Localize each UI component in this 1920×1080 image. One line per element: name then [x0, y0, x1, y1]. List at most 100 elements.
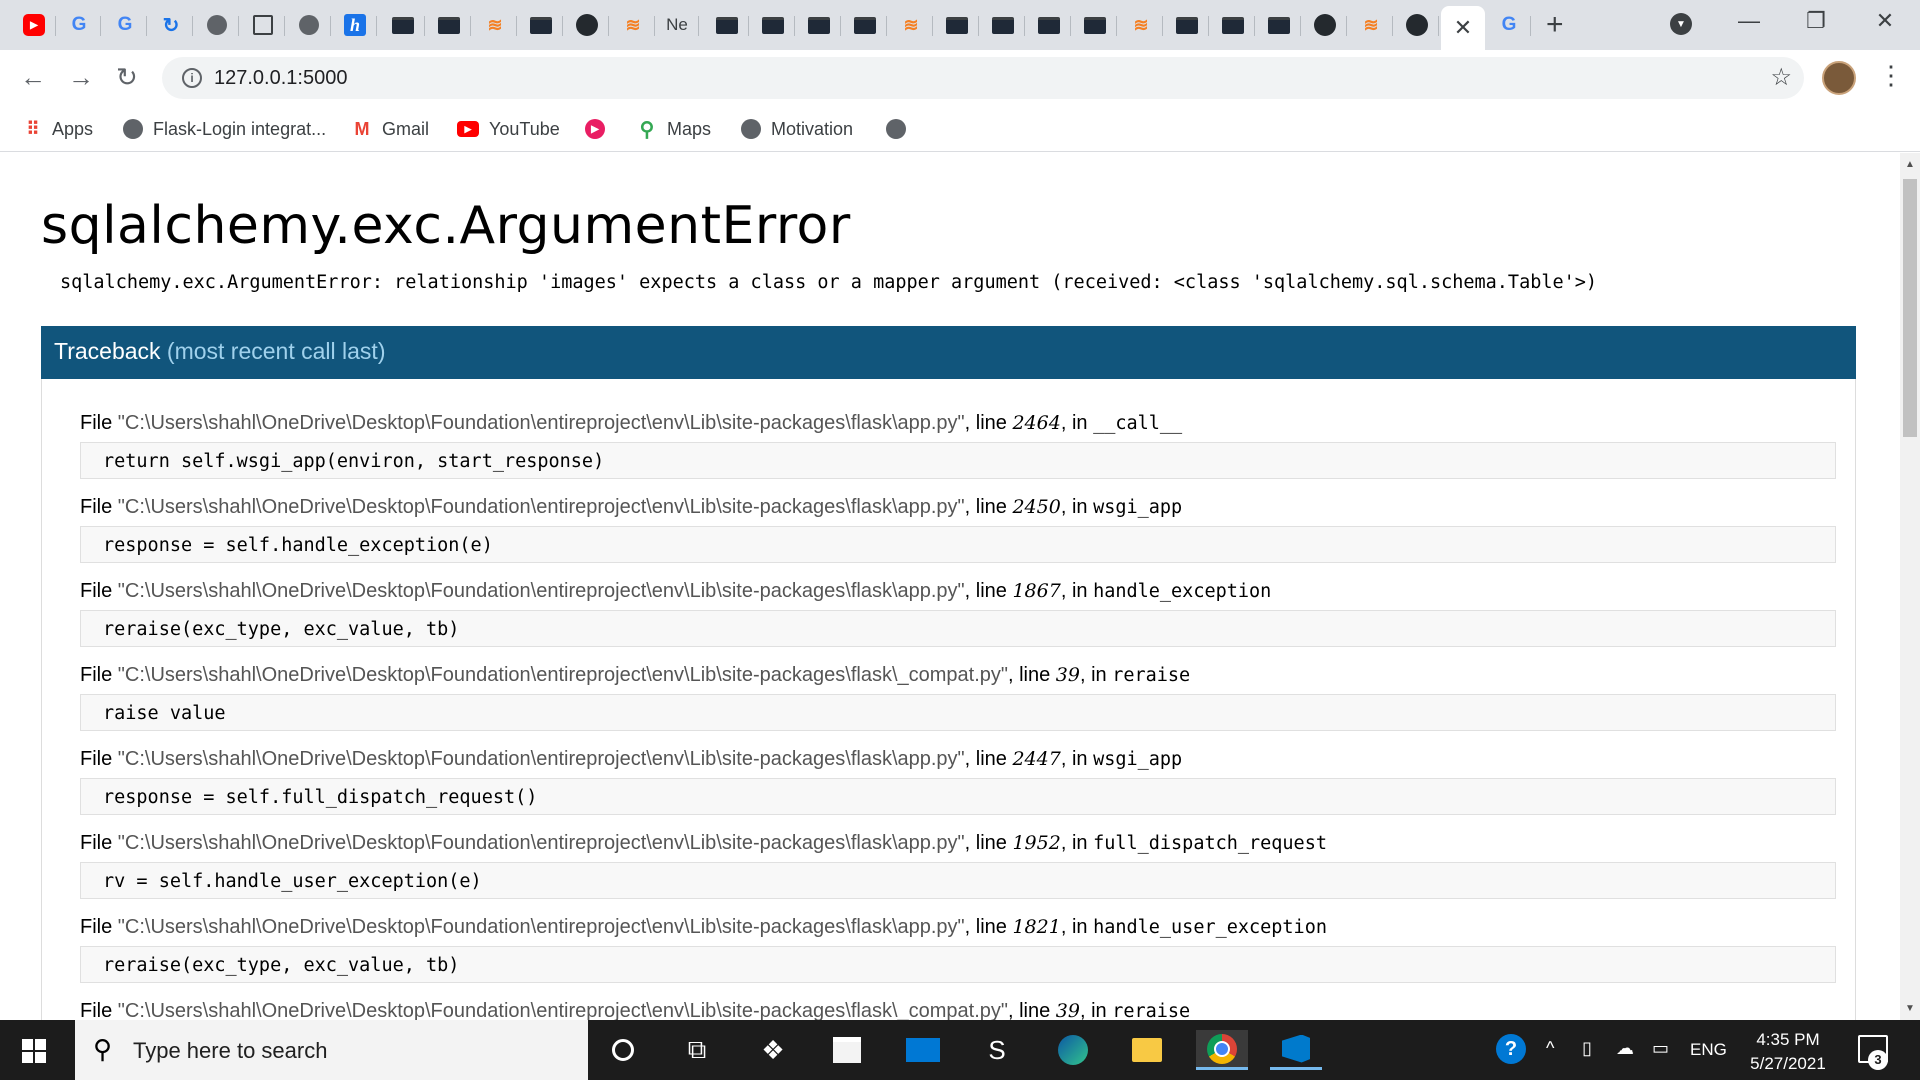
system-clock[interactable]: 4:35 PM 5/27/2021: [1738, 1028, 1838, 1076]
browser-tab[interactable]: h: [333, 6, 377, 44]
traceback-frame[interactable]: File "C:\Users\shahl\OneDrive\Desktop\Fo…: [80, 577, 1836, 647]
bookmark-item[interactable]: Flask-Login integrat...: [123, 114, 326, 144]
tray-chevron-icon[interactable]: ^: [1546, 1038, 1554, 1059]
frame-source-line[interactable]: reraise(exc_type, exc_value, tb): [80, 946, 1836, 983]
traceback-frame[interactable]: File "C:\Users\shahl\OneDrive\Desktop\Fo…: [80, 661, 1836, 731]
scroll-up-arrow-icon[interactable]: ▲: [1905, 159, 1915, 170]
page-scrollbar[interactable]: ▲ ▼: [1900, 153, 1920, 1020]
restore-button[interactable]: ❐: [1786, 8, 1846, 34]
browser-tab[interactable]: ≋: [1349, 6, 1393, 44]
browser-tab[interactable]: [381, 6, 425, 44]
browser-tab[interactable]: [1257, 6, 1301, 44]
traceback-frame[interactable]: File "C:\Users\shahl\OneDrive\Desktop\Fo…: [80, 997, 1836, 1020]
profile-avatar[interactable]: [1822, 61, 1856, 95]
cortana-icon[interactable]: [597, 1030, 649, 1070]
help-icon[interactable]: ?: [1496, 1034, 1526, 1064]
traceback-frame[interactable]: File "C:\Users\shahl\OneDrive\Desktop\Fo…: [80, 829, 1836, 899]
start-button[interactable]: [22, 1039, 46, 1063]
browser-tab[interactable]: [519, 6, 563, 44]
browser-tab[interactable]: [705, 6, 749, 44]
frame-source-line[interactable]: response = self.full_dispatch_request(): [80, 778, 1836, 815]
back-button[interactable]: ←: [20, 62, 46, 93]
language-indicator[interactable]: ENG: [1690, 1040, 1727, 1060]
bookmark-item[interactable]: ▶: [585, 114, 605, 144]
browser-tab[interactable]: [1211, 6, 1255, 44]
traceback-frame[interactable]: File "C:\Users\shahl\OneDrive\Desktop\Fo…: [80, 745, 1836, 815]
browser-tab[interactable]: ≋: [611, 6, 655, 44]
bookmark-item[interactable]: Motivation: [741, 114, 853, 144]
forward-button[interactable]: →: [68, 62, 94, 93]
tab-search-button[interactable]: ▼: [1670, 13, 1692, 35]
browser-tab[interactable]: Ne: [655, 6, 699, 44]
browser-tab[interactable]: [1027, 6, 1071, 44]
traceback-frame[interactable]: File "C:\Users\shahl\OneDrive\Desktop\Fo…: [80, 409, 1836, 479]
browser-tab[interactable]: G: [103, 6, 147, 44]
bookmark-item[interactable]: [886, 114, 906, 144]
onedrive-icon[interactable]: ☁: [1616, 1038, 1634, 1059]
bookmark-star-icon[interactable]: ☆: [1770, 63, 1792, 92]
browser-tab[interactable]: [751, 6, 795, 44]
frame-source-line[interactable]: reraise(exc_type, exc_value, tb): [80, 610, 1836, 647]
frame-in-label: , in: [1079, 664, 1113, 686]
browser-tab[interactable]: [935, 6, 979, 44]
minimize-button[interactable]: —: [1719, 8, 1779, 34]
browser-tab[interactable]: [195, 6, 239, 44]
reload-button[interactable]: ↻: [116, 62, 138, 93]
browser-tab[interactable]: ≋: [1119, 6, 1163, 44]
scroll-down-arrow-icon[interactable]: ▼: [1905, 1003, 1915, 1014]
sublime-icon[interactable]: S: [971, 1030, 1023, 1070]
close-window-button[interactable]: ✕: [1855, 8, 1915, 34]
frame-line-label: , line: [964, 832, 1013, 854]
traceback-header[interactable]: Traceback (most recent call last): [41, 326, 1856, 379]
site-info-icon[interactable]: i: [182, 68, 202, 88]
terminal-icon: [1084, 16, 1106, 34]
traceback-frame[interactable]: File "C:\Users\shahl\OneDrive\Desktop\Fo…: [80, 493, 1836, 563]
chrome-icon[interactable]: [1196, 1030, 1248, 1070]
browser-tab[interactable]: ▶: [12, 6, 56, 44]
browser-tab[interactable]: ↻: [149, 6, 193, 44]
browser-tab[interactable]: [287, 6, 331, 44]
browser-tab[interactable]: G: [1487, 6, 1531, 44]
battery-icon[interactable]: ▭: [1652, 1038, 1669, 1059]
browser-tab[interactable]: ≋: [473, 6, 517, 44]
address-bar[interactable]: i 127.0.0.1:5000 ☆: [162, 57, 1804, 99]
url-text[interactable]: 127.0.0.1:5000: [214, 67, 347, 90]
bookmark-item[interactable]: ⚲ Maps: [637, 114, 711, 144]
browser-menu-button[interactable]: ⋮: [1878, 60, 1904, 91]
browser-tab[interactable]: [1303, 6, 1347, 44]
device-icon[interactable]: ▯: [1582, 1038, 1592, 1059]
edge-icon[interactable]: [1047, 1030, 1099, 1070]
browser-tab[interactable]: [1073, 6, 1117, 44]
taskbar-search-box[interactable]: ⚲ Type here to search: [75, 1020, 588, 1080]
bookmark-item[interactable]: ▶ YouTube: [457, 114, 560, 144]
scrollbar-thumb[interactable]: [1903, 179, 1917, 437]
frame-source-line[interactable]: raise value: [80, 694, 1836, 731]
browser-tab[interactable]: [981, 6, 1025, 44]
vscode-icon[interactable]: [1270, 1030, 1322, 1070]
dropbox-icon[interactable]: ❖: [747, 1030, 799, 1070]
browser-tab[interactable]: ≋: [889, 6, 933, 44]
browser-tab[interactable]: [565, 6, 609, 44]
browser-tab[interactable]: [843, 6, 887, 44]
frame-source-line[interactable]: return self.wsgi_app(environ, start_resp…: [80, 442, 1836, 479]
task-view-icon[interactable]: ⧉: [671, 1030, 723, 1070]
browser-tab[interactable]: ✕: [1441, 6, 1485, 50]
browser-tab[interactable]: [1165, 6, 1209, 44]
browser-tab[interactable]: [797, 6, 841, 44]
file-explorer-icon[interactable]: [1121, 1030, 1173, 1070]
browser-tab[interactable]: [1395, 6, 1439, 44]
browser-tab[interactable]: G: [57, 6, 101, 44]
bookmark-item[interactable]: ⠿ Apps: [22, 114, 93, 144]
close-icon[interactable]: ✕: [1454, 15, 1472, 41]
bookmark-item[interactable]: M Gmail: [352, 114, 430, 144]
traceback-frame[interactable]: File "C:\Users\shahl\OneDrive\Desktop\Fo…: [80, 913, 1836, 983]
browser-tab[interactable]: [241, 6, 285, 44]
mail-icon[interactable]: [897, 1030, 949, 1070]
frame-source-line[interactable]: response = self.handle_exception(e): [80, 526, 1836, 563]
new-tab-button[interactable]: +: [1546, 8, 1564, 42]
frame-source-line[interactable]: rv = self.handle_user_exception(e): [80, 862, 1836, 899]
store-icon[interactable]: [821, 1030, 873, 1070]
browser-tab[interactable]: [427, 6, 471, 44]
terminal-icon: [716, 16, 738, 34]
traceback-hint: (most recent call last): [166, 338, 386, 364]
